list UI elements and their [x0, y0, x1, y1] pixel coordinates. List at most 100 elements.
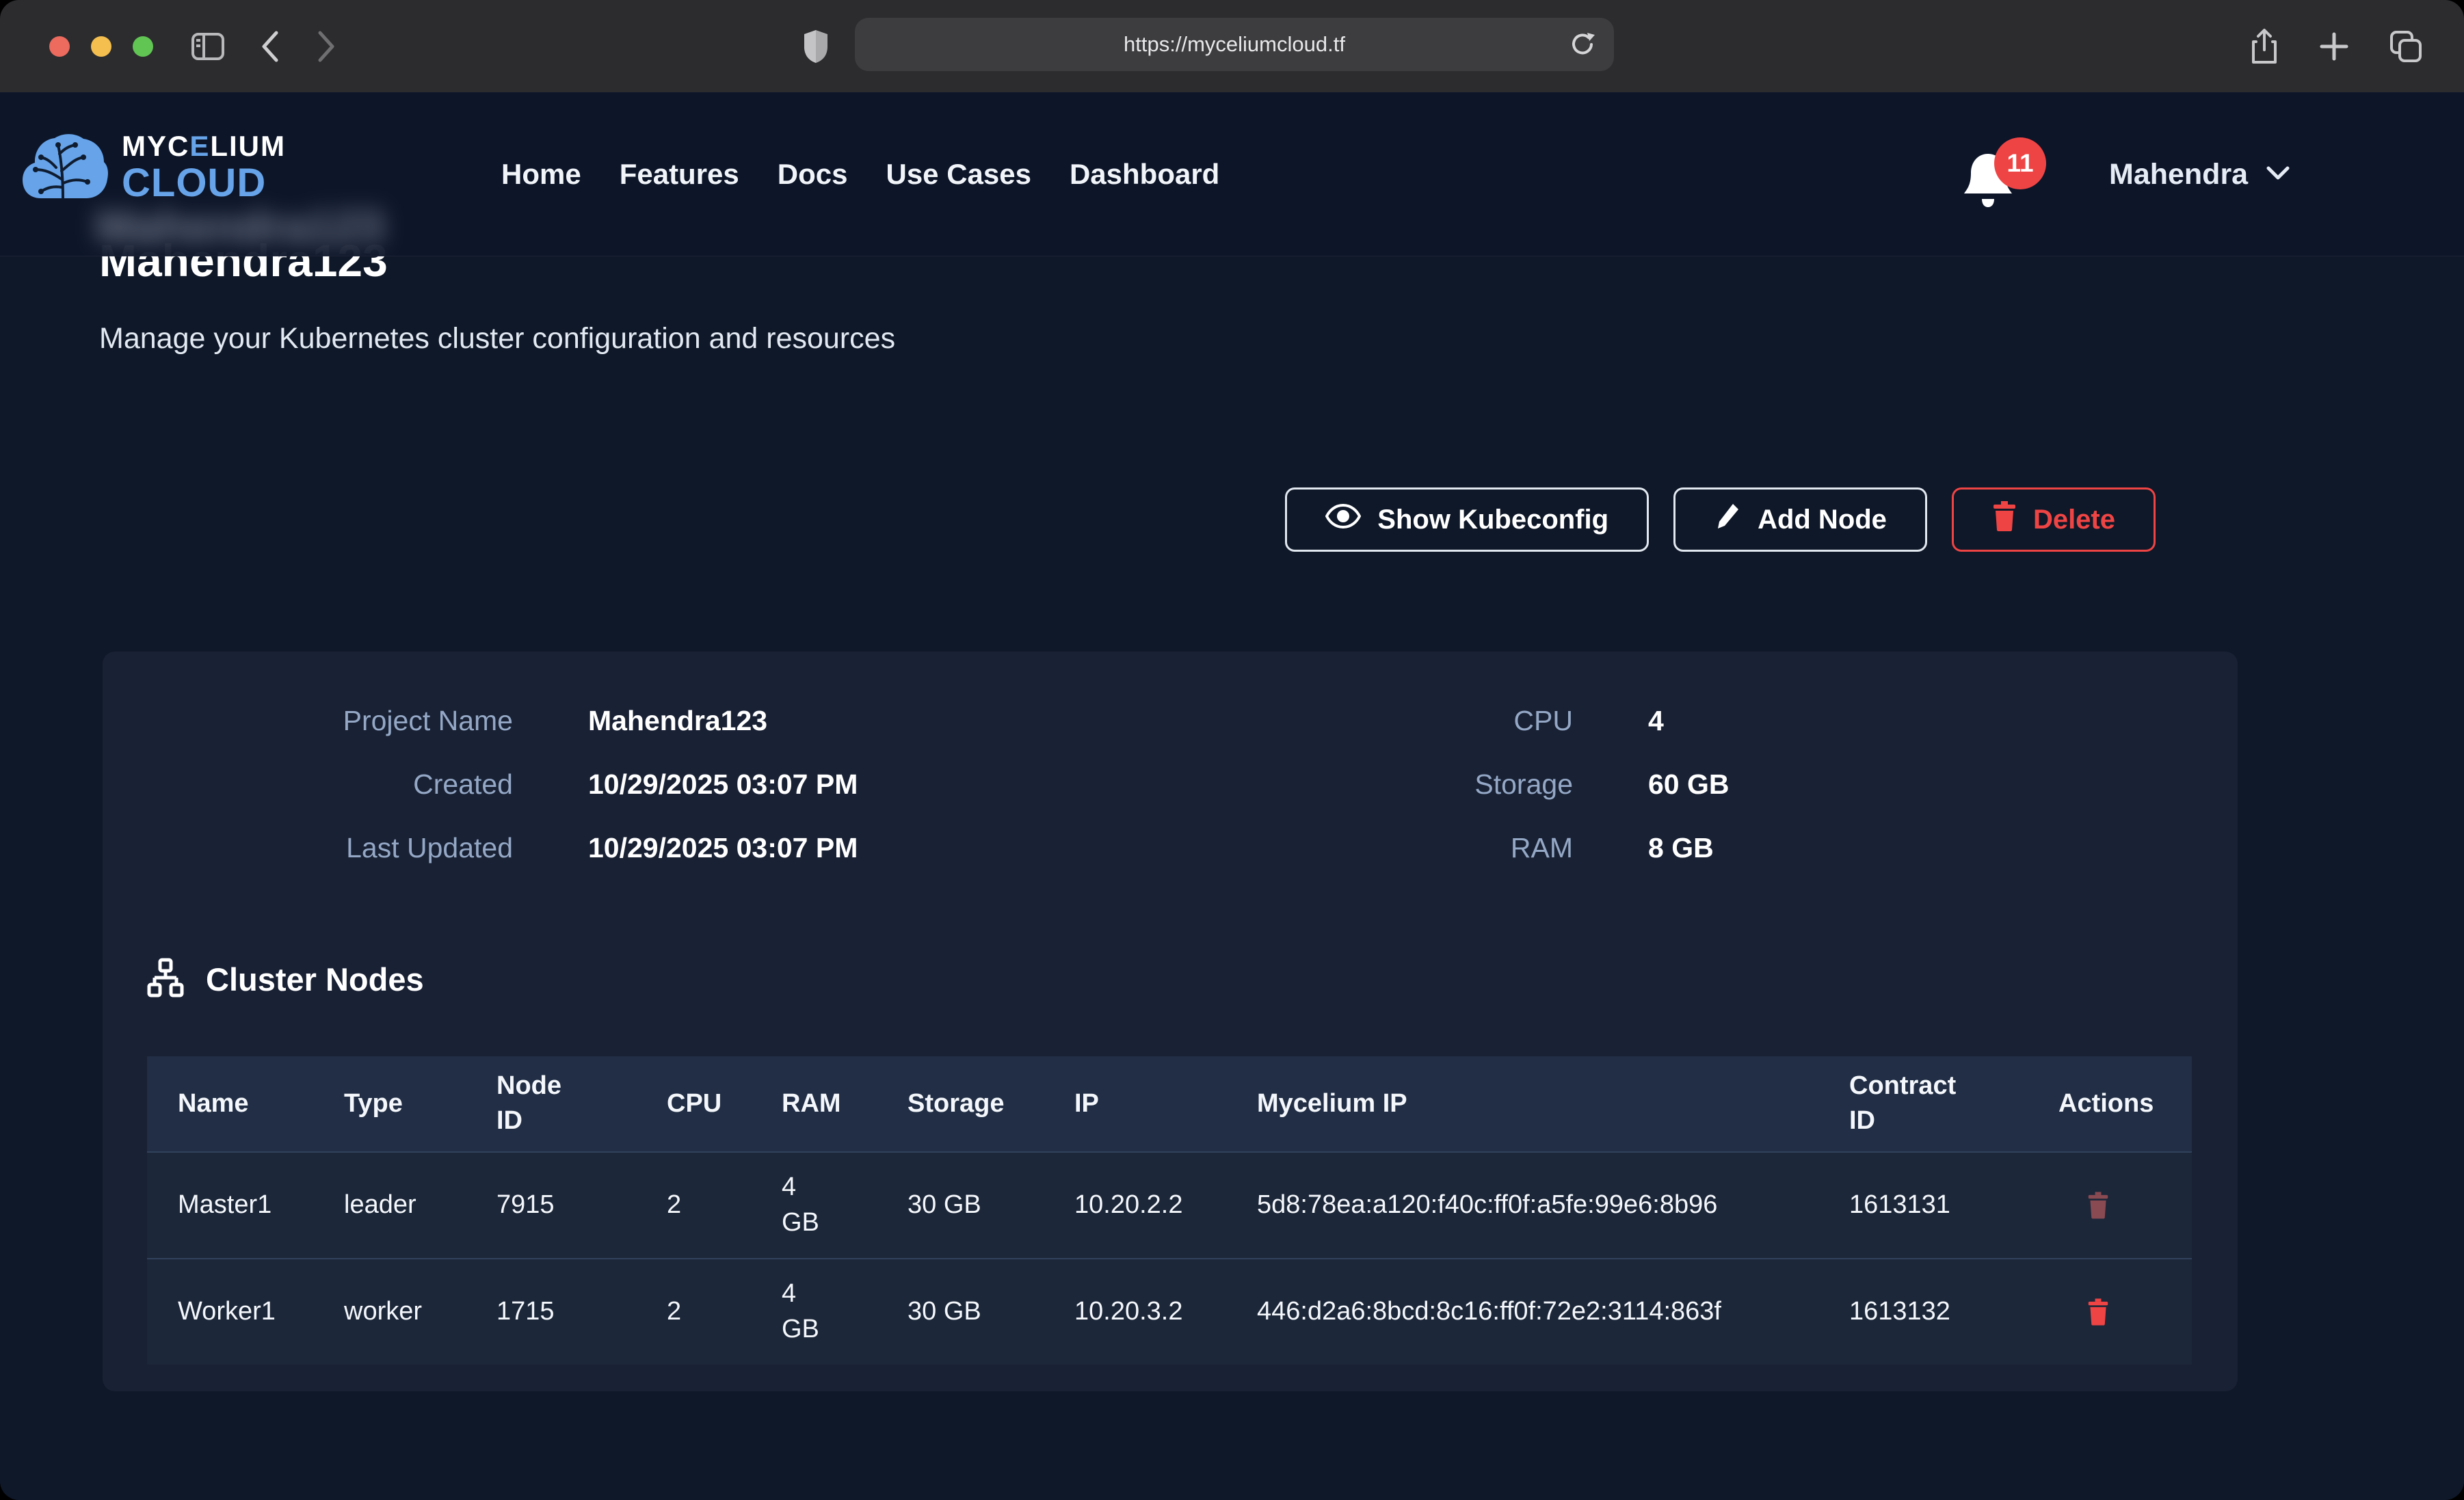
cell-mycelium-ip: 5d8:78ea:a120:f40c:ff0f:a5fe:99e6:8b96 — [1257, 1175, 1811, 1235]
web-page: Mahendra123 Manage your Kubernetes clust… — [0, 92, 2464, 1500]
trash-icon — [1992, 501, 2017, 538]
traffic-lights — [49, 36, 153, 57]
zoom-window-button[interactable] — [133, 36, 153, 57]
column-header-type: Type — [344, 1074, 496, 1134]
cell-type: leader — [344, 1175, 496, 1235]
notification-badge: 11 — [1994, 137, 2046, 189]
info-value: 10/29/2025 03:07 PM — [588, 768, 858, 801]
cluster-info-left: Project NameMahendra123Created10/29/2025… — [103, 705, 858, 864]
column-header-ram: RAM — [782, 1074, 908, 1134]
cell-ram: 4 GB — [782, 1157, 835, 1253]
browser-toolbar: https://myceliumcloud.tf — [0, 0, 2464, 92]
info-label: CPU — [1163, 705, 1573, 737]
nav-link-dashboard[interactable]: Dashboard — [1070, 158, 1219, 191]
info-row: RAM 8 GB — [1163, 832, 1730, 864]
column-header-storage: Storage — [908, 1074, 1074, 1134]
page-subtitle: Manage your Kubernetes cluster configura… — [99, 322, 895, 356]
column-header-actions: Actions — [2058, 1074, 2192, 1134]
info-value: 8 GB — [1648, 832, 1714, 864]
column-header-name: Name — [178, 1074, 344, 1134]
cluster-details-card: Project NameMahendra123Created10/29/2025… — [103, 652, 2238, 1391]
delete-node-button[interactable] — [2087, 1298, 2109, 1326]
nav-link-use-cases[interactable]: Use Cases — [886, 158, 1031, 191]
cell-ip: 10.20.3.2 — [1074, 1282, 1257, 1341]
minimize-window-button[interactable] — [91, 36, 111, 57]
cell-ip: 10.20.2.2 — [1074, 1175, 1257, 1235]
cell-actions — [2058, 1286, 2192, 1338]
logo-text: MYCELIUM CLOUD — [122, 132, 286, 203]
address-bar[interactable]: https://myceliumcloud.tf — [855, 18, 1614, 71]
cell-storage: 30 GB — [908, 1282, 1074, 1341]
cell-cpu: 2 — [667, 1282, 782, 1341]
cell-type: worker — [344, 1282, 496, 1341]
table-row: Worker1worker171524 GB 30 GB10.20.3.2446:… — [147, 1258, 2192, 1365]
info-row: CPU 4 — [1163, 705, 1730, 737]
info-label: RAM — [1163, 832, 1573, 864]
nav-link-docs[interactable]: Docs — [778, 158, 848, 191]
cloud-logo-icon — [21, 130, 109, 205]
cell-name: Master1 — [178, 1175, 344, 1235]
site-header: Mahendra123 MYCELIUM CLOUD — [0, 92, 2464, 256]
cell-mycelium-ip: 446:d2a6:8bcd:8c16:ff0f:72e2:3114:863f — [1257, 1282, 1811, 1341]
refresh-icon[interactable] — [1569, 31, 1596, 62]
info-label: Storage — [1163, 768, 1573, 801]
info-row: Created 10/29/2025 03:07 PM — [103, 768, 858, 801]
trash-icon — [2087, 1192, 2109, 1219]
cell-cpu: 2 — [667, 1175, 782, 1235]
delete-node-button[interactable] — [2087, 1192, 2109, 1219]
info-row: Storage 60 GB — [1163, 768, 1730, 801]
cluster-actions: Show Kubeconfig Add Node Delete — [1285, 487, 2156, 552]
user-name: Mahendra — [2109, 158, 2248, 191]
tab-overview-icon[interactable] — [2389, 29, 2423, 64]
info-value: 60 GB — [1648, 768, 1730, 801]
cell-actions — [2058, 1179, 2192, 1231]
show-kubeconfig-button[interactable]: Show Kubeconfig — [1285, 487, 1649, 552]
main-nav: Home Features Docs Use Cases Dashboard — [501, 92, 1219, 256]
column-header-ip: IP — [1074, 1074, 1257, 1134]
close-window-button[interactable] — [49, 36, 70, 57]
column-header-contract-id: Contract ID — [1849, 1056, 1969, 1151]
nav-link-features[interactable]: Features — [620, 158, 739, 191]
privacy-shield-icon[interactable] — [802, 29, 830, 68]
info-value: 10/29/2025 03:07 PM — [588, 832, 858, 864]
column-header-node-id: Node ID — [496, 1056, 579, 1151]
info-label: Project Name — [103, 705, 513, 737]
user-menu[interactable]: Mahendra — [2109, 92, 2290, 256]
forward-icon[interactable] — [316, 30, 336, 63]
cell-node-id: 1715 — [496, 1282, 667, 1341]
cell-ram: 4 GB — [782, 1264, 835, 1359]
back-icon[interactable] — [260, 30, 280, 63]
info-value: 4 — [1648, 705, 1664, 737]
cluster-info-right: CPU 4 Storage 60 GB RAM 8 GB — [1163, 705, 1730, 864]
column-header-mycelium-ip: Mycelium IP — [1257, 1074, 1849, 1134]
pencil-icon — [1714, 501, 1741, 538]
network-nodes-icon — [146, 958, 185, 1001]
cell-contract-id: 1613131 — [1849, 1175, 2058, 1235]
table-header-row: NameTypeNode ID CPURAMStorageIPMycelium I… — [147, 1056, 2192, 1151]
new-tab-icon[interactable] — [2319, 31, 2349, 62]
cell-name: Worker1 — [178, 1282, 344, 1341]
info-label: Last Updated — [103, 832, 513, 864]
blurred-title-ghost: Mahendra123 — [96, 200, 384, 252]
chevron-down-icon — [2266, 165, 2290, 185]
url-text: https://myceliumcloud.tf — [1124, 32, 1345, 57]
table-row: Master1leader791524 GB 30 GB10.20.2.25d8:… — [147, 1151, 2192, 1258]
cell-contract-id: 1613132 — [1849, 1282, 2058, 1341]
notifications-button[interactable]: 11 — [1961, 150, 2037, 232]
sidebar-toggle-icon[interactable] — [191, 33, 224, 60]
column-header-cpu: CPU — [667, 1074, 782, 1134]
browser-window: https://myceliumcloud.tf Mahendra123 Man… — [0, 0, 2464, 1500]
delete-cluster-button[interactable]: Delete — [1952, 487, 2156, 552]
trash-icon — [2087, 1298, 2109, 1326]
info-row: Last Updated 10/29/2025 03:07 PM — [103, 832, 858, 864]
share-icon[interactable] — [2249, 28, 2279, 65]
cell-node-id: 7915 — [496, 1175, 667, 1235]
bell-icon — [1961, 204, 2015, 215]
cell-storage: 30 GB — [908, 1175, 1074, 1235]
section-title: Cluster Nodes — [206, 961, 424, 998]
nav-link-home[interactable]: Home — [501, 158, 581, 191]
info-label: Created — [103, 768, 513, 801]
cluster-nodes-section-header: Cluster Nodes — [146, 958, 424, 1001]
add-node-button[interactable]: Add Node — [1673, 487, 1927, 552]
mycelium-cloud-logo[interactable]: MYCELIUM CLOUD — [21, 130, 286, 205]
